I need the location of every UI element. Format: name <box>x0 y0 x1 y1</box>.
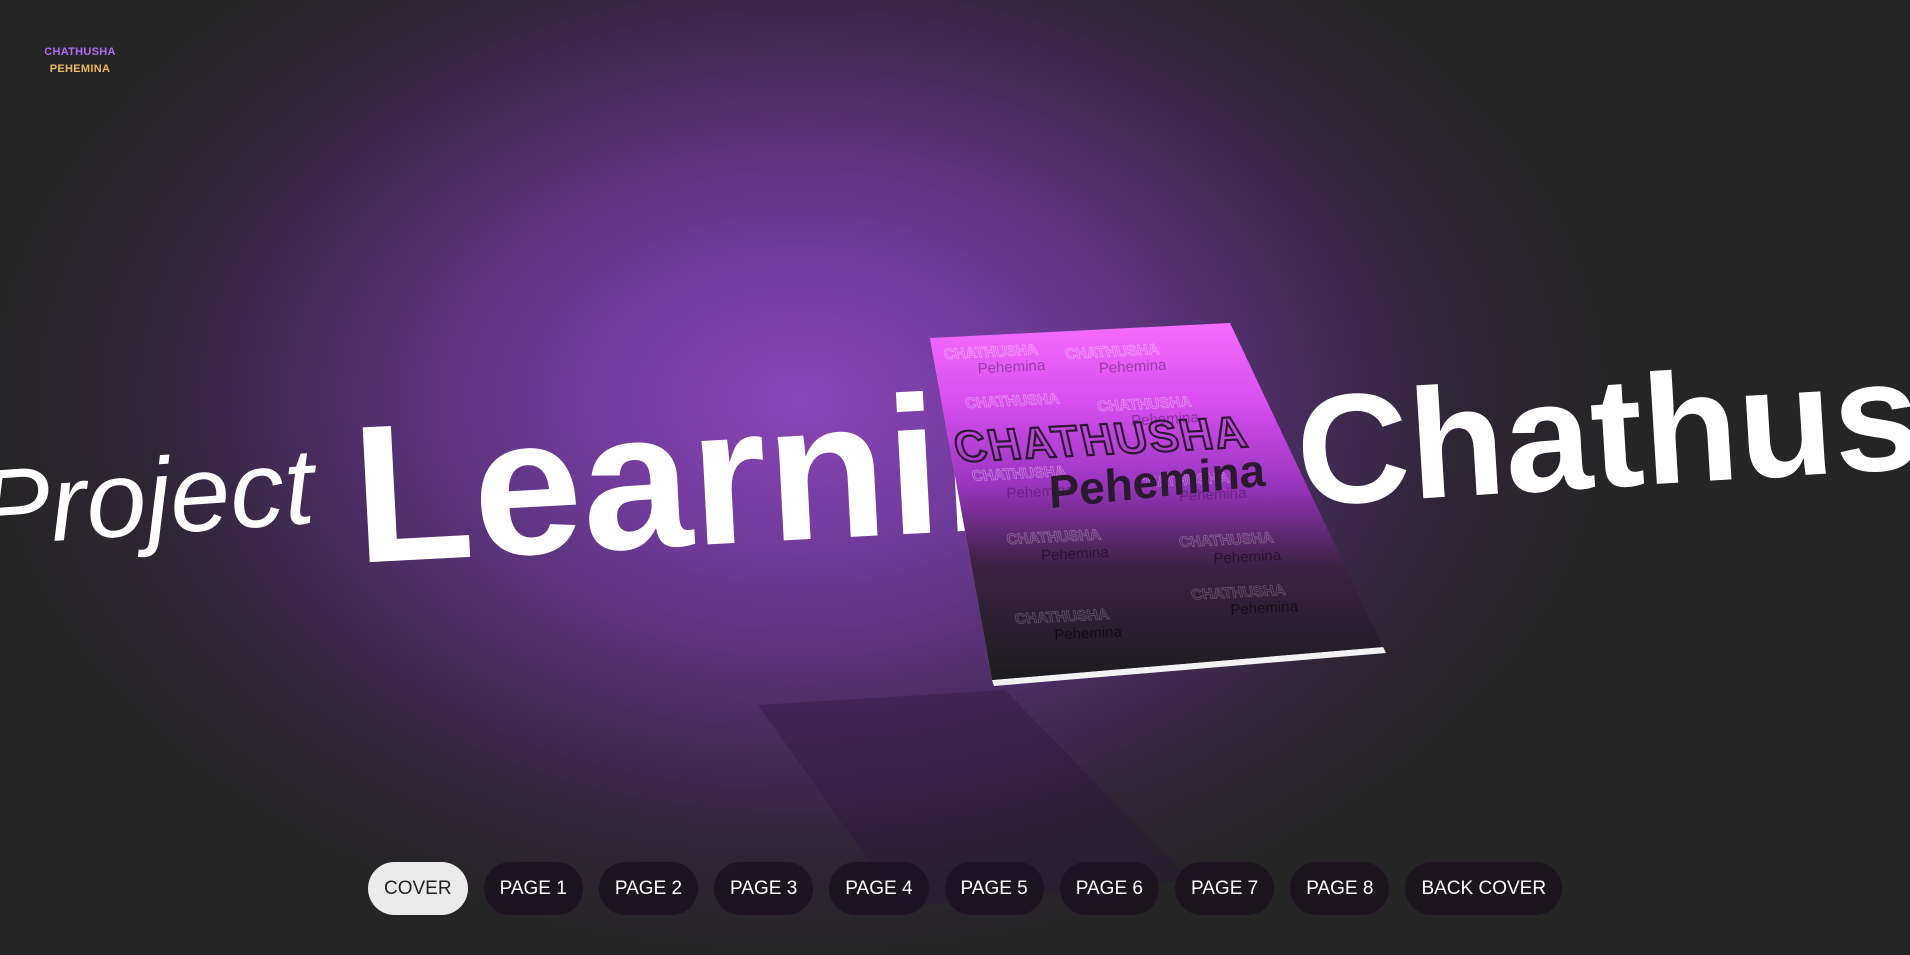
pattern-subtitle-7: Pehemina <box>1212 547 1283 567</box>
book-3d[interactable]: CHATHUSHA Pehemina CHATHUSHA Pehemina CH… <box>0 0 1910 955</box>
page-navigation: COVER PAGE 1 PAGE 2 PAGE 3 PAGE 4 PAGE 5… <box>368 862 1563 915</box>
pattern-subtitle-1: Pehemina <box>976 357 1047 377</box>
nav-button-page-5[interactable]: PAGE 5 <box>944 862 1044 915</box>
nav-button-page-1[interactable]: PAGE 1 <box>483 862 583 915</box>
book-viewer-stage: CHATHUSHA PEHEMINA Project Learning Chat… <box>0 0 1910 955</box>
nav-button-page-7[interactable]: PAGE 7 <box>1174 862 1275 915</box>
nav-button-page-2[interactable]: PAGE 2 <box>598 862 699 915</box>
pattern-subtitle-9: Pehemina <box>1228 598 1299 618</box>
nav-button-page-8[interactable]: PAGE 8 <box>1290 862 1390 915</box>
book-cover-svg[interactable]: CHATHUSHA Pehemina CHATHUSHA Pehemina CH… <box>0 0 1910 955</box>
nav-button-cover[interactable]: COVER <box>368 862 468 915</box>
nav-button-page-3[interactable]: PAGE 3 <box>714 862 814 915</box>
nav-button-page-6[interactable]: PAGE 6 <box>1059 862 1159 915</box>
pattern-subtitle-2: Pehemina <box>1097 357 1168 377</box>
pattern-subtitle-8: Pehemina <box>1052 624 1123 644</box>
nav-button-back-cover[interactable]: BACK COVER <box>1405 862 1563 915</box>
pattern-subtitle-6: Pehemina <box>1039 544 1110 564</box>
nav-button-page-4[interactable]: PAGE 4 <box>829 862 929 915</box>
